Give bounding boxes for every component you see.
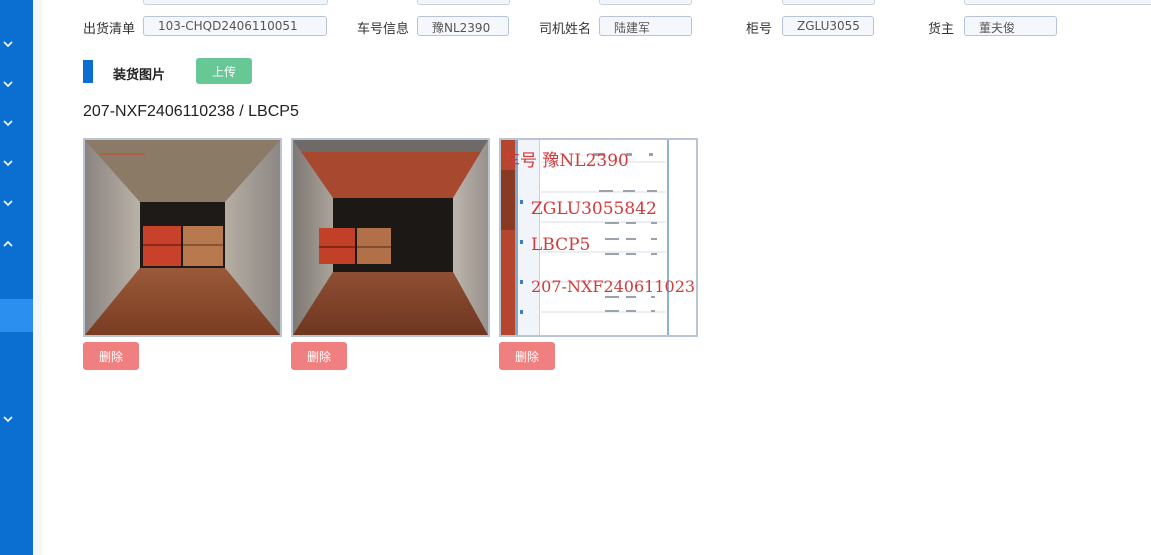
field-label-owner: 货主 <box>928 22 955 37</box>
sidebar-active-item[interactable] <box>0 299 33 332</box>
field-label-driver: 司机姓名 <box>539 22 592 37</box>
upload-button[interactable]: 上传 <box>196 58 252 84</box>
handwriting-line: LBCP5 <box>531 235 590 255</box>
chevron-down-icon[interactable] <box>0 116 15 130</box>
image-group-title: 207-NXF2406110238 / LBCP5 <box>83 103 299 120</box>
handwriting-line: 207-NXF2406110238 <box>531 277 696 296</box>
sidebar <box>0 0 33 555</box>
field-box-above <box>964 0 1151 5</box>
cargo-owner-field[interactable]: 董夫俊 <box>964 16 1057 36</box>
field-box-above <box>782 0 875 5</box>
chevron-down-icon[interactable] <box>0 412 15 426</box>
shipment-list-field[interactable]: 103-CHQD2406110051 <box>143 16 327 36</box>
field-box-above <box>417 0 510 5</box>
handwriting-line: 车号 豫NL2390 <box>503 151 629 171</box>
delete-button[interactable]: 删除 <box>499 342 555 370</box>
section-accent-bar <box>83 60 93 83</box>
delete-button[interactable]: 删除 <box>291 342 347 370</box>
field-label-vehicle: 车号信息 <box>357 22 410 37</box>
field-box-above <box>599 0 692 5</box>
handwriting-line: ZGLU3055842 <box>531 199 657 219</box>
sidebar-separator <box>33 0 42 555</box>
delete-button[interactable]: 删除 <box>83 342 139 370</box>
chevron-down-icon[interactable] <box>0 156 15 170</box>
vehicle-number-field[interactable]: 豫NL2390 <box>417 16 509 36</box>
container-number-field[interactable]: ZGLU3055 <box>782 16 874 36</box>
loading-photo-2[interactable] <box>291 138 490 337</box>
driver-name-field[interactable]: 陆建军 <box>599 16 692 36</box>
field-label-container: 柜号 <box>746 22 773 37</box>
loading-photo-3[interactable]: 车号 豫NL2390 ZGLU3055842 LBCP5 207-NXF2406… <box>499 138 698 337</box>
field-label-shipment-list: 出货清单 <box>83 22 136 37</box>
loading-photo-1[interactable] <box>83 138 282 337</box>
chevron-down-icon[interactable] <box>0 37 15 51</box>
section-title: 装货图片 <box>113 68 166 83</box>
field-box-above <box>143 0 328 5</box>
chevron-down-icon[interactable] <box>0 77 15 91</box>
chevron-up-icon[interactable] <box>0 236 15 250</box>
chevron-down-icon[interactable] <box>0 196 15 210</box>
